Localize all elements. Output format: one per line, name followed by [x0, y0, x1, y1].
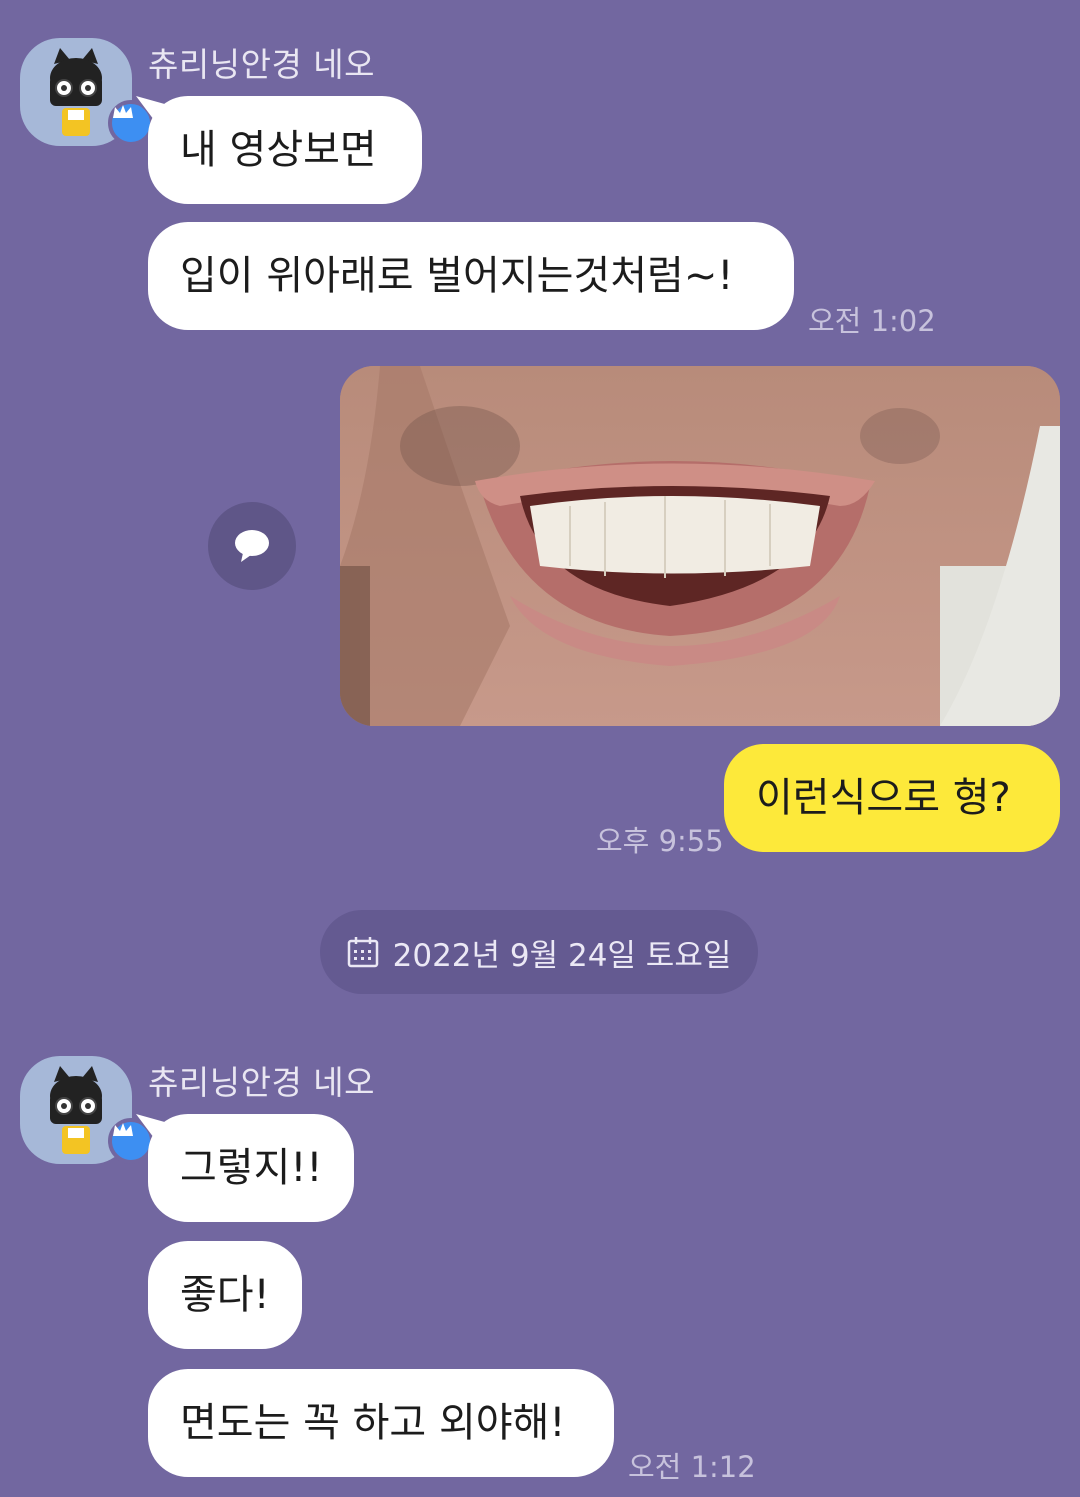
share-button[interactable] — [208, 502, 296, 590]
message-bubble[interactable]: 그렇지!! — [148, 1114, 354, 1222]
speech-bubble-icon — [235, 530, 269, 562]
message-bubble[interactable]: 입이 위아래로 벌어지는것처럼~! — [148, 222, 794, 330]
message-bubble[interactable]: 좋다! — [148, 1241, 302, 1349]
message-timestamp: 오전 1:02 — [808, 304, 936, 338]
sender-name: 츄리닝안경 네오 — [148, 45, 376, 84]
sender-avatar[interactable] — [20, 1056, 154, 1164]
sender-name: 츄리닝안경 네오 — [148, 1063, 376, 1102]
message-timestamp: 오전 1:12 — [628, 1450, 756, 1484]
sender-avatar[interactable] — [20, 38, 154, 146]
message-bubble[interactable]: 내 영상보면 — [148, 96, 422, 204]
date-divider: 2022년 9월 24일 토요일 — [320, 910, 758, 994]
date-divider-text: 2022년 9월 24일 토요일 — [392, 937, 732, 974]
message-timestamp: 오후 9:55 — [596, 824, 724, 858]
shared-photo[interactable] — [340, 366, 1060, 726]
my-message-bubble[interactable]: 이런식으로 형? — [724, 744, 1060, 852]
calendar-icon — [347, 937, 378, 968]
message-bubble[interactable]: 면도는 꼭 하고 외야해! — [148, 1369, 614, 1477]
